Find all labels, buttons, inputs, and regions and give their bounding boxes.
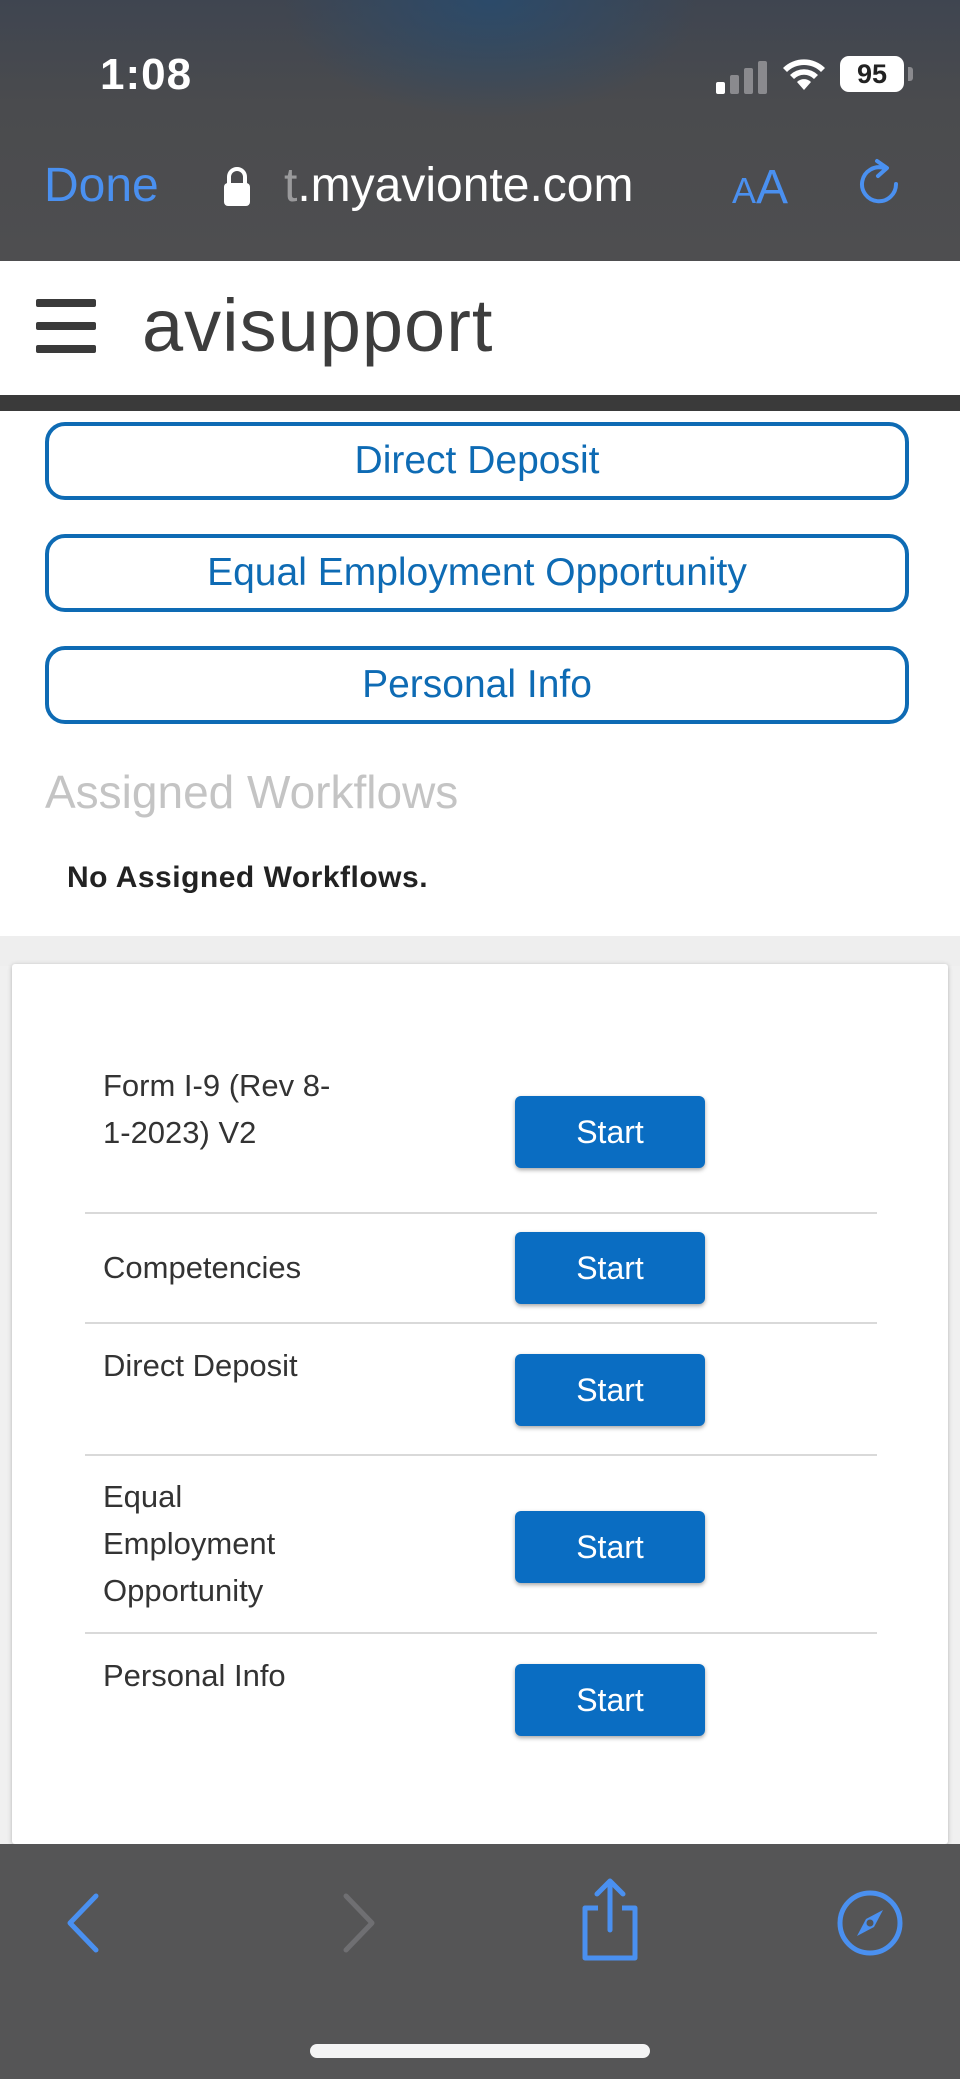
section-separator — [0, 936, 960, 966]
form-row-personal-info: Personal Info Start — [85, 1634, 877, 1764]
form-name: Direct Deposit — [103, 1348, 298, 1383]
form-row-direct-deposit: Direct Deposit Start — [85, 1324, 877, 1456]
forms-card: Form I-9 (Rev 8-1-2023) V2 Start Compete… — [12, 964, 948, 1844]
battery-icon: 95 — [840, 56, 913, 92]
lock-icon — [224, 167, 250, 206]
assigned-workflows-title: Assigned Workflows — [45, 766, 459, 818]
forward-icon[interactable] — [320, 1888, 390, 1958]
reload-icon[interactable] — [852, 158, 908, 214]
start-button-equal-employment-opportunity[interactable]: Start — [515, 1511, 705, 1583]
back-icon[interactable] — [52, 1888, 122, 1958]
main-content: Direct Deposit Equal Employment Opportun… — [0, 411, 960, 936]
no-workflows-message: No Assigned Workflows. — [67, 861, 429, 894]
home-indicator — [310, 2044, 650, 2058]
start-button-direct-deposit[interactable]: Start — [515, 1354, 705, 1426]
app-title: avisupport — [142, 284, 494, 367]
start-button-form-i9[interactable]: Start — [515, 1096, 705, 1168]
form-name: Competencies — [103, 1250, 302, 1285]
browser-top-chrome: 1:08 95 Done t.myavionte.com AA — [0, 0, 960, 261]
app-header: avisupport — [0, 261, 960, 395]
direct-deposit-button[interactable]: Direct Deposit — [45, 422, 909, 500]
url-text[interactable]: t.myavionte.com — [284, 158, 633, 213]
compass-icon[interactable] — [835, 1888, 905, 1958]
form-row-i9: Form I-9 (Rev 8-1-2023) V2 Start — [85, 1052, 877, 1214]
browser-toolbar — [0, 1844, 960, 2079]
cellular-signal-icon — [716, 60, 768, 94]
equal-employment-opportunity-button[interactable]: Equal Employment Opportunity — [45, 534, 909, 612]
form-name: Personal Info — [103, 1658, 286, 1693]
address-bar[interactable]: Done t.myavionte.com AA — [0, 150, 960, 230]
form-row-competencies: Competencies Start — [85, 1214, 877, 1324]
battery-level: 95 — [840, 56, 904, 92]
form-name: Equal Employment Opportunity — [103, 1479, 276, 1608]
share-icon[interactable] — [575, 1878, 645, 1962]
wifi-icon — [783, 59, 825, 90]
menu-icon[interactable] — [36, 299, 96, 353]
header-divider — [0, 395, 960, 411]
text-size-button[interactable]: AA — [732, 160, 788, 215]
form-row-equal-employment-opportunity: Equal Employment Opportunity Start — [85, 1456, 877, 1634]
form-name: Form I-9 (Rev 8-1-2023) V2 — [103, 1068, 331, 1150]
done-button[interactable]: Done — [44, 158, 159, 213]
url-text-domain: .myavionte.com — [297, 159, 634, 212]
start-button-competencies[interactable]: Start — [515, 1232, 705, 1304]
start-button-personal-info[interactable]: Start — [515, 1664, 705, 1736]
status-time: 1:08 — [100, 50, 193, 99]
personal-info-button[interactable]: Personal Info — [45, 646, 909, 724]
url-text-faded: t — [284, 159, 298, 212]
